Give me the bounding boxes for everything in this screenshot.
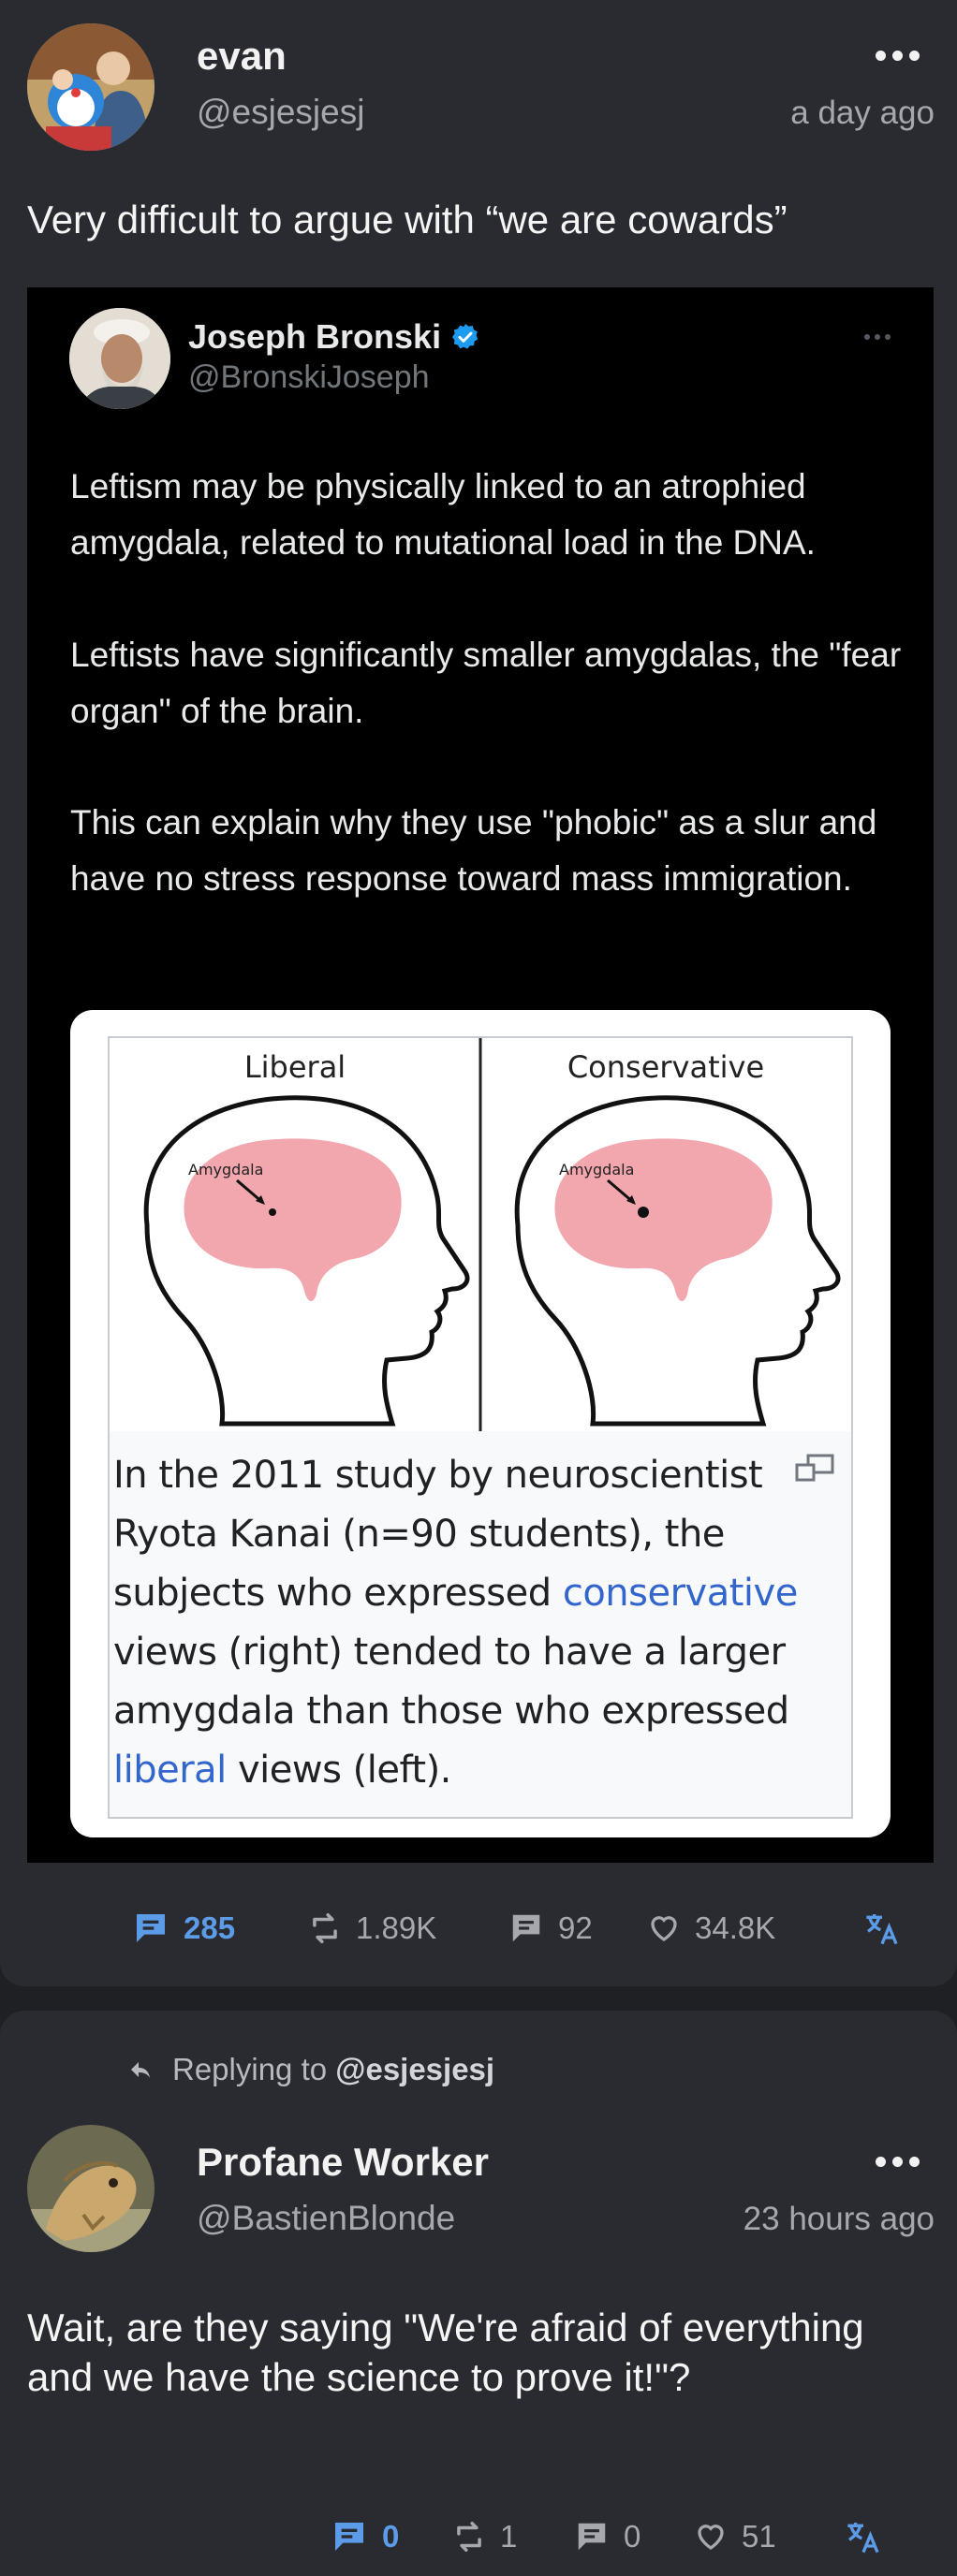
- embedded-image[interactable]: Joseph Bronski @BronskiJoseph Leftism ma…: [27, 287, 934, 1863]
- caption-link-conservative: conservative: [562, 1572, 798, 1615]
- action-bar: 0 1 0 51: [330, 2518, 882, 2555]
- more-options-icon[interactable]: [876, 51, 920, 61]
- quote-icon: [512, 1914, 540, 1942]
- figure-box: Liberal Conservative Amygdala Amygdala I…: [108, 1036, 853, 1819]
- action-bar: 285 1.89K 92 34.8K: [131, 1910, 901, 1947]
- verified-icon: [452, 324, 478, 349]
- like-button[interactable]: 34.8K: [646, 1910, 863, 1946]
- reply-icon: [335, 2523, 363, 2551]
- quote-paragraph: Leftists have significantly smaller amyg…: [70, 636, 902, 730]
- post-text: Very difficult to argue with “we are cow…: [27, 198, 788, 242]
- reply-icon: [137, 1914, 165, 1942]
- avatar[interactable]: [27, 2125, 155, 2252]
- boost-icon: [457, 2522, 481, 2552]
- heart-icon: [698, 2525, 724, 2550]
- reply-button[interactable]: 285: [131, 1910, 307, 1947]
- replying-to[interactable]: Replying to @esjesjesj: [129, 2052, 494, 2087]
- quote-paragraph: This can explain why they use "phobic" a…: [70, 803, 877, 898]
- like-count: 51: [742, 2519, 776, 2554]
- quote-author-name: Joseph Bronski: [188, 317, 480, 357]
- post-timestamp[interactable]: 23 hours ago: [744, 2201, 935, 2238]
- author-handle[interactable]: @BastienBlonde: [197, 2199, 455, 2238]
- reply-count: 0: [382, 2519, 400, 2554]
- label-liberal: Liberal: [244, 1049, 346, 1085]
- quote-author-handle: @BronskiJoseph: [188, 359, 430, 395]
- quote-author-name-text: Joseph Bronski: [188, 317, 442, 356]
- quote-image-card: Liberal Conservative Amygdala Amygdala I…: [70, 1010, 891, 1837]
- quote-count: 92: [558, 1910, 593, 1945]
- boost-button[interactable]: 1.89K: [307, 1910, 508, 1946]
- translate-icon: [866, 1914, 898, 1945]
- quote-paragraph: Leftism may be physically linked to an a…: [70, 467, 816, 562]
- quote-button[interactable]: 92: [508, 1910, 646, 1946]
- reply-count: 285: [184, 1910, 236, 1945]
- replying-handle[interactable]: @esjesjesj: [335, 2052, 494, 2086]
- author-handle[interactable]: @esjesjesj: [197, 93, 364, 132]
- heart-icon: [651, 1916, 677, 1941]
- more-options-icon[interactable]: [876, 2157, 920, 2167]
- reply-post-card[interactable]: [0, 2011, 957, 2576]
- brain-figure: Liberal Conservative Amygdala Amygdala: [110, 1038, 851, 1431]
- label-conservative: Conservative: [567, 1049, 764, 1085]
- post-text: Wait, are they saying "We're afraid of e…: [27, 2305, 864, 2399]
- quote-avatar: [69, 308, 170, 409]
- enlarge-icon: [795, 1454, 834, 1482]
- boost-count: 1: [500, 2519, 518, 2554]
- boost-button[interactable]: 1: [451, 2519, 573, 2554]
- post-card[interactable]: evan @esjesjesj a day ago Very difficult…: [0, 0, 957, 1986]
- reply-arrow-icon: [131, 2062, 150, 2078]
- label-amygdala-left: Amygdala: [188, 1161, 263, 1178]
- like-button[interactable]: 51: [693, 2519, 845, 2554]
- post-timestamp[interactable]: a day ago: [790, 95, 935, 132]
- translate-button[interactable]: [863, 1910, 901, 1947]
- author-name[interactable]: evan: [197, 34, 287, 79]
- label-amygdala-right: Amygdala: [559, 1161, 634, 1178]
- quote-more-icon: [864, 334, 891, 340]
- boost-icon: [313, 1913, 337, 1943]
- like-count: 34.8K: [695, 1910, 776, 1945]
- translate-button[interactable]: [845, 2518, 882, 2555]
- quote-count: 0: [624, 2519, 641, 2554]
- avatar[interactable]: [27, 23, 155, 151]
- caption-link-liberal: liberal: [113, 1749, 227, 1792]
- quote-button[interactable]: 0: [573, 2519, 693, 2554]
- reply-button[interactable]: 0: [330, 2518, 451, 2555]
- boost-count: 1.89K: [356, 1910, 437, 1945]
- author-name[interactable]: Profane Worker: [197, 2140, 489, 2185]
- figure-caption: In the 2011 study by neuroscientist Ryot…: [113, 1454, 798, 1792]
- quote-icon: [578, 2523, 606, 2551]
- translate-icon: [847, 2523, 879, 2554]
